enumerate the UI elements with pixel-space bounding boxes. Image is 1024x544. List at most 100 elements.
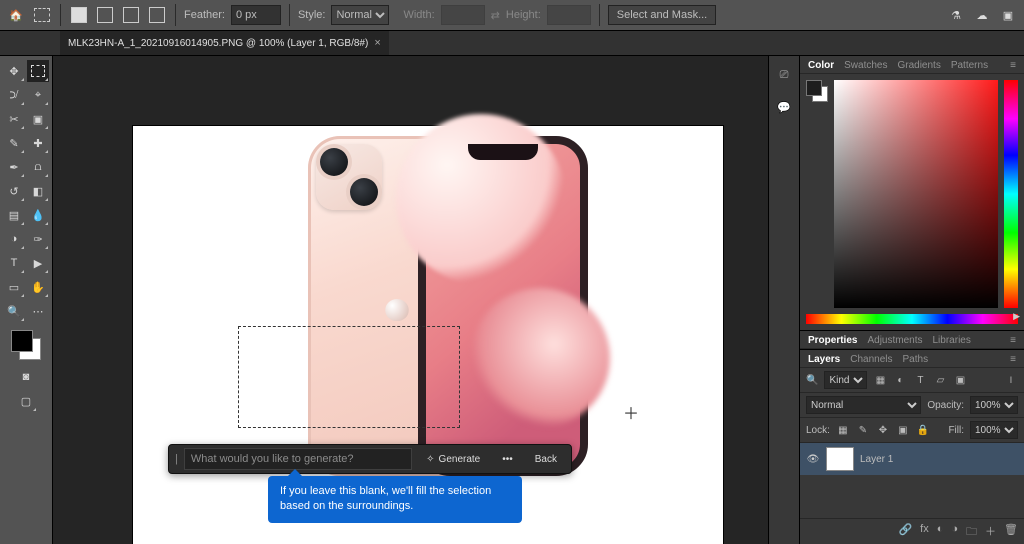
shape-tool-icon[interactable]: ▭ bbox=[3, 276, 25, 298]
edit-toolbar-icon[interactable]: ⋯ bbox=[27, 300, 49, 322]
lock-transparent-icon[interactable]: ▦ bbox=[836, 423, 850, 437]
blend-mode-select[interactable]: Normal bbox=[806, 396, 921, 414]
tab-layers[interactable]: Layers bbox=[808, 354, 840, 365]
layer-fx-icon[interactable]: fx bbox=[920, 523, 929, 542]
move-tool-icon[interactable]: ✥ bbox=[3, 60, 25, 82]
generative-fill-bar: | ✧ Generate ••• Back bbox=[168, 444, 572, 474]
sparkle-icon: ✧ bbox=[426, 454, 434, 465]
selection-marquee[interactable] bbox=[238, 326, 460, 428]
delete-layer-icon[interactable]: 🗑 bbox=[1004, 523, 1018, 542]
style-select[interactable]: Normal bbox=[331, 5, 389, 25]
fill-label: Fill: bbox=[948, 425, 964, 436]
layer-filter-select[interactable]: Kind bbox=[824, 371, 867, 389]
select-and-mask-button[interactable]: Select and Mask... bbox=[608, 5, 717, 25]
feather-input[interactable] bbox=[231, 5, 281, 25]
options-bar: 🏠 Feather: Style: Normal Width: ⇄ Height… bbox=[0, 0, 1024, 31]
tab-adjustments[interactable]: Adjustments bbox=[867, 335, 922, 346]
eraser-tool-icon[interactable]: ◧ bbox=[27, 180, 49, 202]
canvas-area[interactable]: ＋ | ✧ Generate ••• Back If you leave thi… bbox=[53, 56, 768, 544]
lock-position-icon[interactable]: ✥ bbox=[876, 423, 890, 437]
tab-libraries[interactable]: Libraries bbox=[933, 335, 971, 346]
fill-select[interactable]: 100% bbox=[970, 421, 1018, 439]
marquee-tool-icon[interactable] bbox=[27, 60, 49, 82]
hand-tool-icon[interactable]: ✋ bbox=[27, 276, 49, 298]
history-brush-tool-icon[interactable]: ↺ bbox=[3, 180, 25, 202]
frame-tool-icon[interactable]: ▣ bbox=[27, 108, 49, 130]
style-label: Style: bbox=[298, 9, 326, 21]
lock-pixels-icon[interactable]: ✎ bbox=[856, 423, 870, 437]
link-layers-icon[interactable]: 🔗 bbox=[898, 523, 912, 542]
heal-tool-icon[interactable]: ✚ bbox=[27, 132, 49, 154]
screen-mode-icon[interactable]: ▢ bbox=[15, 390, 37, 412]
gradient-tool-icon[interactable]: ▤ bbox=[3, 204, 25, 226]
filter-adjust-icon[interactable]: ◐ bbox=[893, 373, 907, 387]
generative-prompt-input[interactable] bbox=[184, 448, 412, 470]
filter-type-icon[interactable]: T bbox=[913, 373, 927, 387]
new-layer-icon[interactable]: ＋ bbox=[985, 523, 996, 542]
hue-slider[interactable] bbox=[806, 314, 1018, 324]
lock-all-icon[interactable]: 🔒 bbox=[916, 423, 930, 437]
generate-button[interactable]: ✧ Generate bbox=[418, 449, 488, 469]
new-adjustment-icon[interactable]: ◑ bbox=[951, 523, 958, 542]
crop-tool-icon[interactable]: ✂ bbox=[3, 108, 25, 130]
tab-gradients[interactable]: Gradients bbox=[897, 60, 940, 71]
filter-smart-icon[interactable]: ▣ bbox=[953, 373, 967, 387]
layers-panel-menu-icon[interactable]: ≡ bbox=[1010, 354, 1016, 365]
type-tool-icon[interactable]: T bbox=[3, 252, 25, 274]
arrange-icon[interactable]: ▣ bbox=[998, 5, 1018, 25]
crosshair-cursor-icon: ＋ bbox=[623, 400, 639, 424]
layers-footer: 🔗 fx ◐ ◑ 🗀 ＋ 🗑 bbox=[800, 518, 1024, 544]
close-tab-icon[interactable]: × bbox=[374, 37, 380, 49]
beaker-icon[interactable]: ⚗ bbox=[946, 5, 966, 25]
stamp-tool-icon[interactable]: ⩍ bbox=[27, 156, 49, 178]
dock-comments-icon[interactable]: 💬 bbox=[775, 98, 793, 116]
dock-histogram-icon[interactable]: ⎚ bbox=[775, 66, 793, 84]
quick-select-tool-icon[interactable]: ⌖ bbox=[27, 84, 49, 106]
filter-toggle-icon[interactable]: ⏽ bbox=[1004, 373, 1018, 387]
right-panel-group: Color Swatches Gradients Patterns ≡ Pr bbox=[800, 56, 1024, 544]
color-panel-swatch[interactable] bbox=[806, 80, 828, 102]
layer-name[interactable]: Layer 1 bbox=[860, 454, 893, 465]
layer-thumbnail[interactable] bbox=[826, 447, 854, 471]
document-canvas[interactable]: ＋ | ✧ Generate ••• Back If you leave thi… bbox=[133, 126, 723, 544]
pen-tool-icon[interactable]: ✑ bbox=[27, 228, 49, 250]
width-label: Width: bbox=[403, 9, 434, 21]
tab-patterns[interactable]: Patterns bbox=[951, 60, 988, 71]
genfill-back-button[interactable]: Back bbox=[527, 449, 565, 469]
quick-mask-icon[interactable]: ◙ bbox=[15, 366, 37, 388]
tab-properties[interactable]: Properties bbox=[808, 335, 857, 346]
eyedropper-tool-icon[interactable]: ✎ bbox=[3, 132, 25, 154]
new-selection-icon[interactable] bbox=[69, 5, 89, 25]
add-selection-icon[interactable] bbox=[95, 5, 115, 25]
tab-color[interactable]: Color bbox=[808, 60, 834, 71]
zoom-tool-icon[interactable]: 🔍 bbox=[3, 300, 25, 322]
visibility-toggle-icon[interactable]: 👁 bbox=[806, 454, 820, 465]
cloud-icon[interactable]: ☁ bbox=[972, 5, 992, 25]
fg-bg-swatch[interactable] bbox=[11, 330, 41, 360]
genfill-more-icon[interactable]: ••• bbox=[494, 449, 521, 469]
color-panel-menu-icon[interactable]: ≡ bbox=[1010, 60, 1016, 71]
layer-item[interactable]: 👁 Layer 1 bbox=[800, 443, 1024, 475]
layer-mask-icon[interactable]: ◐ bbox=[937, 523, 944, 542]
subtract-selection-icon[interactable] bbox=[121, 5, 141, 25]
new-group-icon[interactable]: 🗀 bbox=[966, 523, 977, 542]
blur-tool-icon[interactable]: 💧 bbox=[27, 204, 49, 226]
intersect-selection-icon[interactable] bbox=[147, 5, 167, 25]
tab-swatches[interactable]: Swatches bbox=[844, 60, 887, 71]
tab-channels[interactable]: Channels bbox=[850, 354, 892, 365]
lock-artboard-icon[interactable]: ▣ bbox=[896, 423, 910, 437]
filter-pixel-icon[interactable]: ▦ bbox=[873, 373, 887, 387]
filter-shape-icon[interactable]: ▱ bbox=[933, 373, 947, 387]
opacity-select[interactable]: 100% bbox=[970, 396, 1018, 414]
tab-paths[interactable]: Paths bbox=[903, 354, 929, 365]
path-select-tool-icon[interactable]: ▶ bbox=[27, 252, 49, 274]
properties-panel-menu-icon[interactable]: ≡ bbox=[1010, 335, 1016, 346]
dodge-tool-icon[interactable]: ◑ bbox=[3, 228, 25, 250]
lasso-tool-icon[interactable]: ⟉ bbox=[3, 84, 25, 106]
home-icon[interactable]: 🏠 bbox=[6, 5, 26, 25]
marquee-tool-indicator-icon[interactable] bbox=[32, 5, 52, 25]
hue-strip[interactable] bbox=[1004, 80, 1018, 308]
brush-tool-icon[interactable]: ✒ bbox=[3, 156, 25, 178]
document-tab[interactable]: MLK23HN-A_1_20210916014905.PNG @ 100% (L… bbox=[60, 31, 389, 55]
color-field[interactable] bbox=[834, 80, 998, 308]
